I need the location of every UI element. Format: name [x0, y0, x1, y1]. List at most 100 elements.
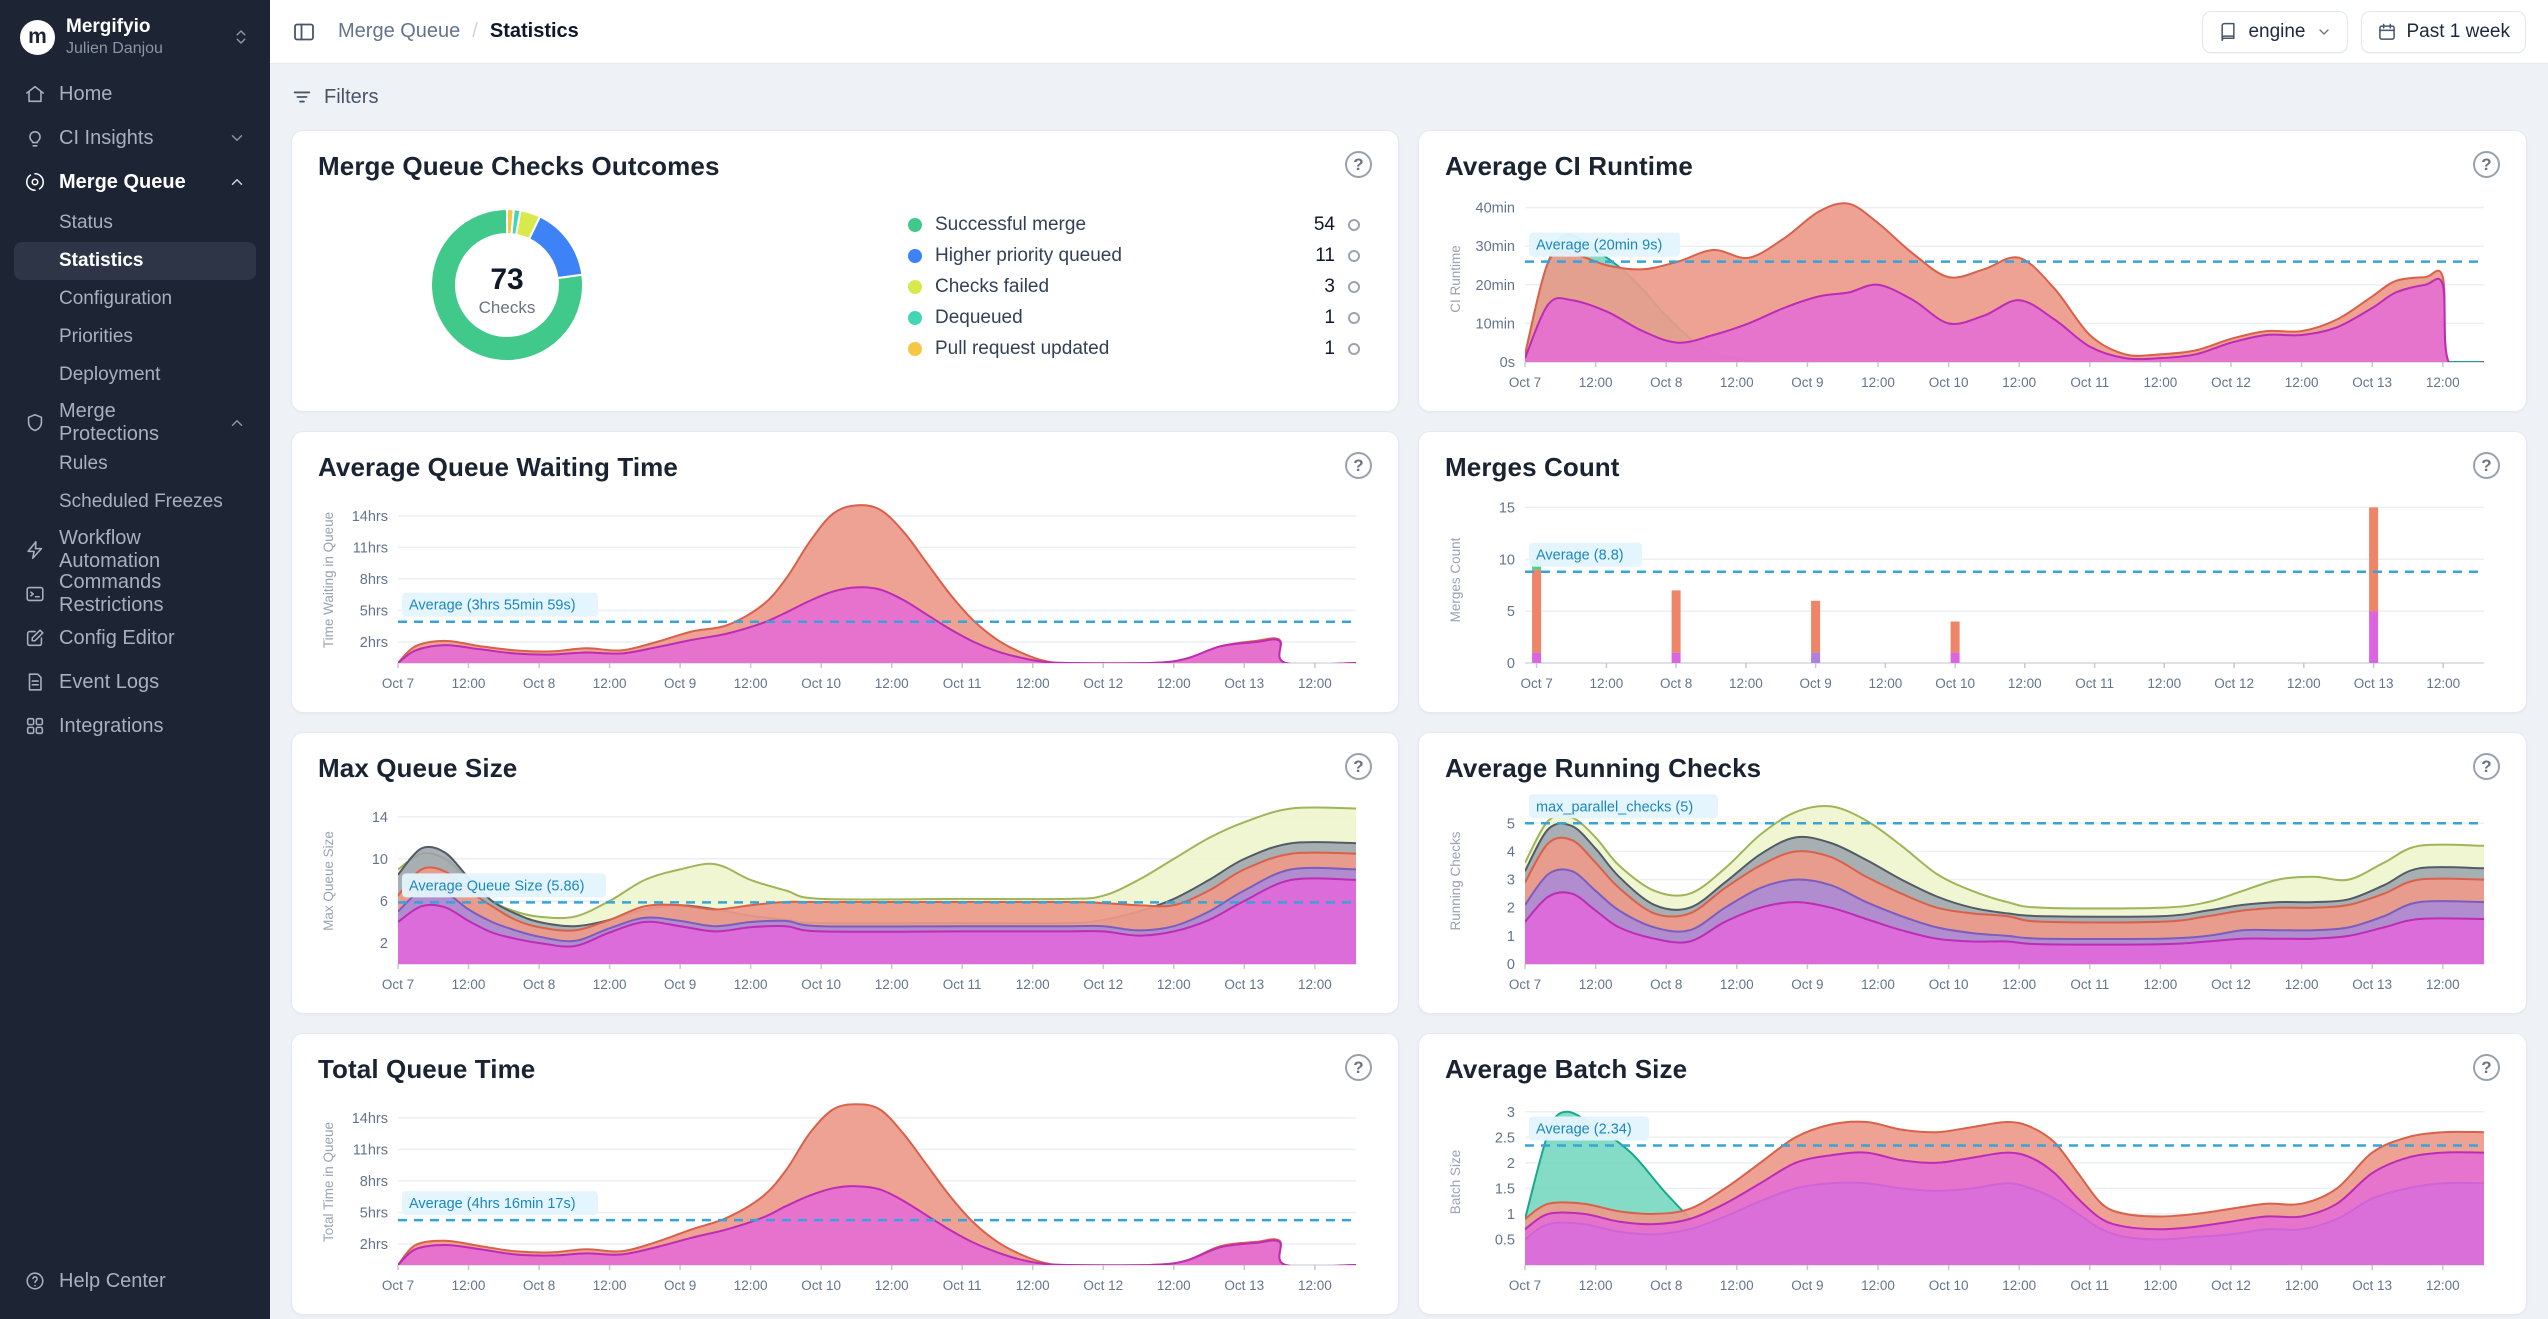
repository-select[interactable]: engine: [2202, 11, 2347, 53]
help-icon[interactable]: ?: [2473, 452, 2500, 479]
svg-text:Oct 10: Oct 10: [1929, 977, 1969, 992]
sidebar-item-configuration[interactable]: Configuration: [14, 280, 256, 318]
terminal-icon: [24, 583, 46, 605]
svg-text:Oct 11: Oct 11: [943, 676, 982, 691]
sidebar-item-priorities[interactable]: Priorities: [14, 318, 256, 356]
chart-average-ci-runtime[interactable]: 0s10min20min30min40minOct 712:00Oct 812:…: [1445, 184, 2500, 394]
svg-text:2hrs: 2hrs: [360, 1237, 388, 1253]
svg-text:Max Queue Size: Max Queue Size: [321, 831, 336, 931]
svg-text:Running Checks: Running Checks: [1448, 831, 1463, 930]
chevron-down-icon: [228, 129, 246, 147]
svg-text:12:00: 12:00: [593, 1278, 627, 1293]
svg-text:Oct 9: Oct 9: [664, 676, 696, 691]
chart-merges-count[interactable]: 051015Oct 712:00Oct 812:00Oct 912:00Oct …: [1445, 485, 2500, 695]
filters-bar[interactable]: Filters: [291, 64, 2527, 130]
svg-text:12:00: 12:00: [1590, 676, 1624, 691]
svg-text:Batch Size: Batch Size: [1448, 1150, 1463, 1215]
legend-label: Pull request updated: [935, 338, 1311, 360]
series-toggle-icon[interactable]: [1348, 312, 1360, 324]
svg-text:20min: 20min: [1476, 278, 1516, 294]
svg-text:Oct 8: Oct 8: [1650, 375, 1682, 390]
legend-item[interactable]: Checks failed3: [908, 276, 1360, 298]
legend-value: 1: [1324, 307, 1335, 329]
sidebar-item-home[interactable]: Home: [14, 72, 256, 116]
svg-text:Oct 13: Oct 13: [1224, 1278, 1264, 1293]
sidebar-toggle-icon[interactable]: [292, 20, 316, 44]
legend-item[interactable]: Successful merge54: [908, 214, 1360, 236]
help-icon[interactable]: ?: [2473, 151, 2500, 178]
svg-text:4: 4: [1507, 845, 1515, 861]
repository-select-value: engine: [2248, 21, 2305, 43]
sidebar-item-status[interactable]: Status: [14, 204, 256, 242]
help-icon[interactable]: ?: [1345, 151, 1372, 178]
sidebar-item-ci-insights[interactable]: CI Insights: [14, 116, 256, 160]
help-icon[interactable]: ?: [1345, 1054, 1372, 1081]
card-merge-queue-checks-outcomes: Merge Queue Checks Outcomes ? 73Checks S…: [291, 130, 1399, 412]
chart-total-queue-time[interactable]: 2hrs5hrs8hrs11hrs14hrsOct 712:00Oct 812:…: [318, 1087, 1372, 1297]
series-toggle-icon[interactable]: [1348, 281, 1360, 293]
donut-svg-holder: 73Checks: [416, 194, 598, 381]
sidebar-item-merge-protections[interactable]: Merge Protections: [14, 401, 256, 445]
sidebar-item-deployment[interactable]: Deployment: [14, 356, 256, 394]
legend-value: 3: [1324, 276, 1335, 298]
svg-text:Oct 9: Oct 9: [664, 977, 696, 992]
help-center-button[interactable]: Help Center: [14, 1259, 256, 1303]
chevron-down-icon: [2316, 24, 2332, 40]
legend-item[interactable]: Dequeued 1: [908, 307, 1360, 329]
svg-text:2.5: 2.5: [1495, 1130, 1515, 1146]
workspace-switcher[interactable]: m Mergifyio Julien Danjou: [14, 10, 256, 72]
help-icon[interactable]: ?: [1345, 753, 1372, 780]
chevrons-up-down-icon: [232, 28, 250, 46]
breadcrumb-merge-queue[interactable]: Merge Queue: [338, 20, 460, 43]
sidebar-item-label: Scheduled Freezes: [59, 491, 223, 513]
mergify-logo: m: [20, 20, 55, 55]
date-range-button[interactable]: Past 1 week: [2361, 11, 2527, 53]
help-icon[interactable]: ?: [2473, 753, 2500, 780]
svg-text:Oct 9: Oct 9: [1791, 375, 1823, 390]
home-icon: [24, 83, 46, 105]
svg-text:12:00: 12:00: [1729, 676, 1763, 691]
svg-text:Oct 7: Oct 7: [382, 676, 414, 691]
series-toggle-icon[interactable]: [1348, 219, 1360, 231]
legend-label: Dequeued: [935, 307, 1311, 329]
svg-text:12:00: 12:00: [734, 977, 768, 992]
chart-average-running-checks[interactable]: 012345Oct 712:00Oct 812:00Oct 912:00Oct …: [1445, 786, 2500, 996]
sidebar-item-label: Priorities: [59, 326, 133, 348]
svg-text:Oct 7: Oct 7: [382, 1278, 414, 1293]
svg-text:12:00: 12:00: [1298, 676, 1332, 691]
help-icon[interactable]: ?: [1345, 452, 1372, 479]
series-toggle-icon[interactable]: [1348, 250, 1360, 262]
svg-text:8hrs: 8hrs: [360, 1174, 388, 1190]
svg-text:Oct 7: Oct 7: [382, 977, 414, 992]
content-area: Filters Merge Queue Checks Outcomes ? 73…: [270, 64, 2548, 1319]
chart-checks-outcomes[interactable]: 73Checks Successful merge54 Higher priori…: [318, 182, 1372, 392]
svg-text:12:00: 12:00: [1720, 977, 1754, 992]
sidebar-item-scheduled-freezes[interactable]: Scheduled Freezes: [14, 483, 256, 521]
svg-text:Oct 7: Oct 7: [1509, 375, 1541, 390]
sidebar-item-integrations[interactable]: Integrations: [14, 704, 256, 748]
svg-text:Oct 7: Oct 7: [1509, 1278, 1541, 1293]
sidebar-item-config-editor[interactable]: Config Editor: [14, 616, 256, 660]
svg-text:Oct 13: Oct 13: [1224, 977, 1264, 992]
sidebar-item-merge-queue[interactable]: Merge Queue: [14, 160, 256, 204]
sidebar-item-label: CI Insights: [59, 127, 153, 150]
sidebar-item-label: Merge Protections: [59, 400, 202, 446]
chart-average-queue-waiting-time[interactable]: 2hrs5hrs8hrs11hrs14hrsOct 712:00Oct 812:…: [318, 485, 1372, 695]
svg-text:12:00: 12:00: [2002, 375, 2036, 390]
sidebar-item-event-logs[interactable]: Event Logs: [14, 660, 256, 704]
svg-text:1: 1: [1507, 1207, 1515, 1223]
chart-max-queue-size[interactable]: 261014Oct 712:00Oct 812:00Oct 912:00Oct …: [318, 786, 1372, 996]
legend-item[interactable]: Pull request updated1: [908, 338, 1360, 360]
sidebar-item-statistics[interactable]: Statistics: [14, 242, 256, 280]
chart-average-batch-size[interactable]: 0.511.522.53Oct 712:00Oct 812:00Oct 912:…: [1445, 1087, 2500, 1297]
help-icon[interactable]: ?: [2473, 1054, 2500, 1081]
question-circle-icon: [24, 1270, 46, 1292]
svg-text:Total Time in Queue: Total Time in Queue: [321, 1122, 336, 1242]
svg-text:12:00: 12:00: [1157, 1278, 1191, 1293]
legend-item[interactable]: Higher priority queued11: [908, 245, 1360, 267]
sidebar-item-rules[interactable]: Rules: [14, 445, 256, 483]
sidebar-item-workflow-automation[interactable]: Workflow Automation: [14, 528, 256, 572]
svg-text:Oct 11: Oct 11: [2070, 977, 2109, 992]
sidebar-item-commands-restrictions[interactable]: Commands Restrictions: [14, 572, 256, 616]
series-toggle-icon[interactable]: [1348, 343, 1360, 355]
